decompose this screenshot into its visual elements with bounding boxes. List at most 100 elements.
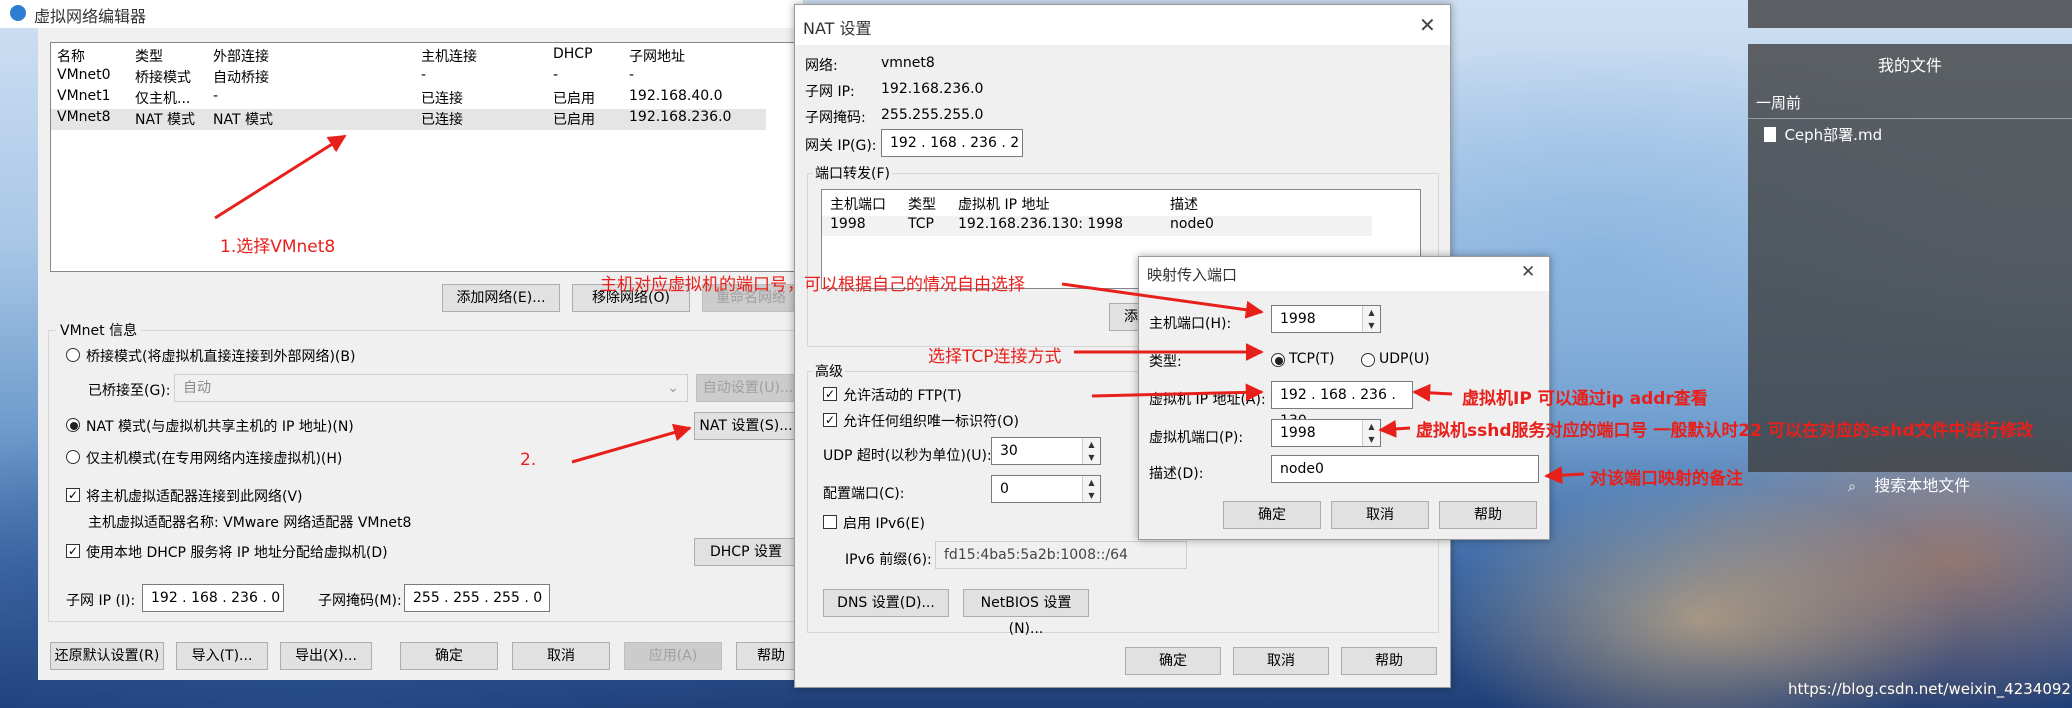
nat-help-button[interactable]: 帮助	[1341, 647, 1437, 675]
cell: -	[553, 67, 559, 83]
udp-timeout-value: 30	[1000, 443, 1018, 459]
map-title: 映射传入端口	[1147, 266, 1238, 284]
add-network-button[interactable]: 添加网络(E)...	[442, 284, 560, 312]
pf-col-vm-ip[interactable]: 虚拟机 IP 地址	[958, 194, 1049, 214]
enable-ipv6-checkbox[interactable]	[823, 515, 837, 529]
cell: 已连接	[421, 112, 463, 128]
map-help-button[interactable]: 帮助	[1439, 501, 1537, 529]
vne-titlebar: 虚拟网络编辑器	[0, 0, 803, 28]
nat-subnet-mask-value: 255.255.255.0	[881, 107, 984, 123]
nat-cancel-button[interactable]: 取消	[1233, 647, 1329, 675]
connect-adapter-checkbox[interactable]: ✓	[66, 488, 80, 502]
dhcp-settings-button[interactable]: DHCP 设置(P)...	[694, 538, 798, 566]
my-files-title: 我的文件	[1877, 56, 1942, 75]
nat-settings-button[interactable]: NAT 设置(S)...	[694, 412, 798, 440]
map-ok-button[interactable]: 确定	[1223, 501, 1321, 529]
cell: TCP	[908, 216, 934, 232]
col-external[interactable]: 外部连接	[213, 46, 269, 66]
virtual-network-editor-window: 虚拟网络编辑器 名称 类型 外部连接 主机连接 DHCP 子网地址 VMnet0…	[0, 0, 808, 680]
close-icon[interactable]: ✕	[1521, 262, 1535, 282]
table-row[interactable]: 1998 TCP 192.168.236.130: 1998 node0	[822, 216, 1372, 236]
cell: VMnet0	[57, 67, 111, 83]
pf-col-host-port[interactable]: 主机端口	[830, 194, 886, 214]
col-subnet[interactable]: 子网地址	[629, 46, 685, 66]
udp-timeout-label: UDP 超时(以秒为单位)(U):	[823, 448, 992, 464]
import-button[interactable]: 导入(T)...	[176, 642, 268, 670]
nat-radio[interactable]	[66, 418, 80, 432]
bridge-radio[interactable]	[66, 348, 80, 362]
col-dhcp[interactable]: DHCP	[553, 46, 593, 62]
nat-subnet-ip-label: 子网 IP:	[805, 84, 855, 100]
file-side-panel	[1748, 0, 2072, 28]
gateway-label: 网关 IP(G):	[805, 138, 877, 154]
network-label: 网络:	[805, 58, 838, 74]
pf-col-desc[interactable]: 描述	[1170, 194, 1198, 214]
spin-updown-icon[interactable]: ▲ ▼	[1362, 420, 1380, 446]
col-name[interactable]: 名称	[57, 46, 85, 66]
nat-subnet-ip-value: 192.168.236.0	[881, 81, 984, 97]
config-port-field[interactable]: 0 ▲ ▼	[991, 475, 1101, 503]
map-cancel-button[interactable]: 取消	[1331, 501, 1429, 529]
spin-updown-icon[interactable]: ▲ ▼	[1082, 438, 1100, 464]
file-item[interactable]: Ceph部署.md	[1764, 124, 1882, 148]
udp-radio[interactable]	[1361, 353, 1375, 367]
vm-port-field[interactable]: 1998 ▲ ▼	[1271, 419, 1381, 447]
host-only-radio[interactable]	[66, 450, 80, 464]
connect-adapter-label: 将主机虚拟适配器连接到此网络(V)	[86, 489, 303, 505]
file-name: Ceph部署.md	[1784, 126, 1883, 144]
document-icon	[1764, 127, 1776, 142]
nat-title: NAT 设置	[803, 19, 872, 38]
bridge-mode-label: 桥接模式(将虚拟机直接连接到外部网络)(B)	[86, 349, 356, 365]
col-host[interactable]: 主机连接	[421, 46, 477, 66]
vne-cancel-button[interactable]: 取消	[512, 642, 610, 670]
vm-ip-field[interactable]: 192 . 168 . 236 . 130	[1271, 381, 1413, 429]
table-row[interactable]: VMnet1 仅主机... - 已连接 已启用 192.168.40.0	[51, 88, 803, 109]
annotation-select-vmnet8: 1.选择VMnet8	[220, 237, 336, 257]
pf-col-type[interactable]: 类型	[908, 194, 936, 214]
desc-field[interactable]: node0	[1271, 455, 1539, 483]
host-port-field[interactable]: 1998 ▲ ▼	[1271, 305, 1381, 333]
spin-updown-icon[interactable]: ▲ ▼	[1362, 306, 1380, 332]
vne-ok-button[interactable]: 确定	[400, 642, 498, 670]
cell: -	[213, 88, 219, 104]
enable-ipv6-label: 启用 IPv6(E)	[843, 516, 925, 532]
table-row-selected[interactable]: VMnet8 NAT 模式 NAT 模式 已连接 已启用 192.168.236…	[51, 109, 766, 130]
spin-updown-icon[interactable]: ▲ ▼	[1082, 476, 1100, 502]
week-ago-header: 一周前	[1756, 94, 1802, 112]
netbios-settings-button[interactable]: NetBIOS 设置(N)...	[963, 589, 1089, 637]
udp-timeout-field[interactable]: 30 ▲ ▼	[991, 437, 1101, 465]
allow-ftp-checkbox[interactable]: ✓	[823, 387, 837, 401]
restore-defaults-button[interactable]: 还原默认设置(R)	[50, 642, 164, 670]
use-dhcp-checkbox[interactable]: ✓	[66, 544, 80, 558]
search-local-button[interactable]: ⌕ 搜索本地文件	[1848, 472, 1970, 496]
close-icon[interactable]: ✕	[1419, 13, 1436, 37]
annotation-host-port: 主机对应虚拟机的端口号，可以根据自己的情况自由选择	[600, 275, 1025, 295]
tcp-radio[interactable]	[1271, 353, 1285, 367]
dns-settings-button[interactable]: DNS 设置(D)...	[823, 589, 949, 617]
allow-oui-checkbox[interactable]: ✓	[823, 413, 837, 427]
advanced-label: 高级	[813, 361, 845, 381]
bridged-to-select[interactable]: 自动 ⌄	[174, 374, 688, 402]
auto-settings-button[interactable]: 自动设置(U)...	[696, 374, 800, 402]
allow-ftp-label: 允许活动的 FTP(T)	[843, 388, 962, 404]
adapter-name: 主机虚拟适配器名称: VMware 网络适配器 VMnet8	[88, 515, 412, 531]
annotation-vm-ip: 虚拟机IP 可以通过ip addr查看	[1462, 389, 1708, 409]
export-button[interactable]: 导出(X)...	[280, 642, 372, 670]
cell: 仅主机...	[135, 91, 191, 107]
nat-ok-button[interactable]: 确定	[1125, 647, 1221, 675]
host-only-label: 仅主机模式(在专用网络内连接虚拟机)(H)	[86, 451, 343, 467]
gateway-field[interactable]: 192 . 168 . 236 . 2	[881, 129, 1023, 157]
cell: VMnet1	[57, 88, 111, 104]
subnet-mask-field[interactable]: 255 . 255 . 255 . 0	[404, 584, 550, 612]
col-type[interactable]: 类型	[135, 46, 163, 66]
cell: -	[629, 67, 635, 83]
vm-port-value: 1998	[1280, 425, 1316, 441]
subnet-mask-label: 子网掩码(M):	[318, 593, 402, 609]
cell: 已连接	[421, 91, 463, 107]
vne-apply-button[interactable]: 应用(A)	[624, 642, 722, 670]
cell: node0	[1170, 216, 1214, 232]
network-list[interactable]: 名称 类型 外部连接 主机连接 DHCP 子网地址 VMnet0 桥接模式 自动…	[50, 42, 802, 272]
subnet-ip-field[interactable]: 192 . 168 . 236 . 0	[142, 584, 284, 612]
table-row[interactable]: VMnet0 桥接模式 自动桥接 - - -	[51, 67, 803, 88]
ipv6-prefix-field[interactable]: fd15:4ba5:5a2b:1008::/64	[935, 541, 1187, 569]
